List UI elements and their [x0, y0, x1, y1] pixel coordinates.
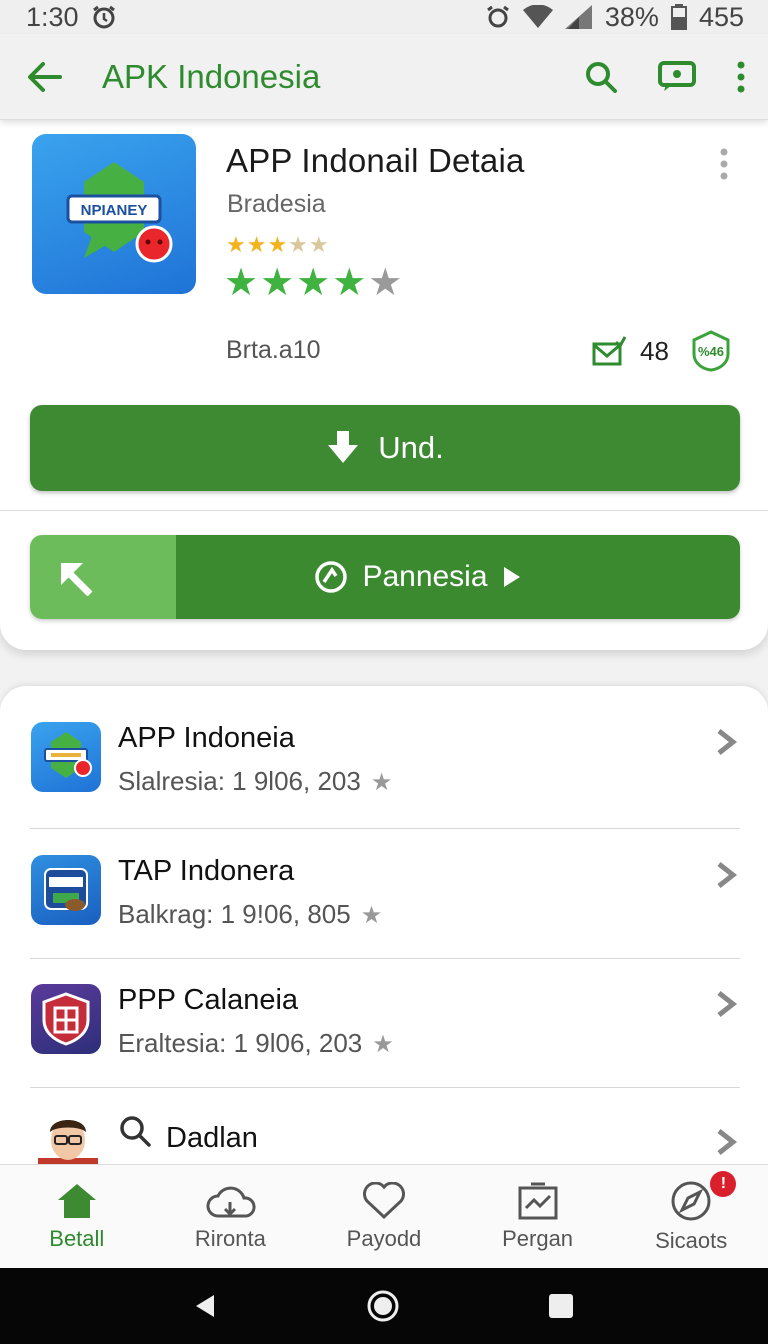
app-developer[interactable]: Bradesia	[227, 190, 326, 219]
divider	[0, 510, 768, 511]
app-meta-text: Brta.a10	[226, 336, 321, 364]
install-button-label: Und.	[378, 430, 444, 465]
heart-icon	[362, 1181, 406, 1220]
list-item-title: Dadlan	[166, 1122, 258, 1154]
signal-icon	[564, 5, 593, 29]
cloud-icon	[204, 1182, 256, 1220]
chevron-right-icon[interactable]	[712, 861, 740, 889]
back-arrow-icon[interactable]	[26, 61, 62, 93]
compass-icon	[670, 1180, 712, 1222]
wifi-icon	[522, 5, 553, 29]
bottom-nav: Betall Rironta Payodd Pergan ! Sicaots	[0, 1164, 768, 1268]
open-button-label: Pannesia	[362, 560, 488, 593]
app-bar: APK Indonesia	[0, 34, 768, 120]
list-item-subtitle: Eraltesia: 1 9l06, 203 ★	[118, 1028, 394, 1058]
home-icon	[56, 1182, 98, 1220]
nav-item-explore[interactable]: ! Sicaots	[614, 1165, 768, 1268]
search-icon[interactable]	[584, 60, 618, 94]
age-rating-text: %46	[698, 344, 724, 359]
list-item-subtitle: Balkrag: 1 9!06, 805 ★	[118, 899, 383, 929]
system-nav-bar	[0, 1268, 768, 1344]
chart-icon	[517, 1182, 559, 1220]
chevron-right-icon[interactable]	[712, 1128, 740, 1156]
arrow-up-left-icon	[56, 558, 94, 596]
nav-item-label: Pergan	[502, 1225, 574, 1251]
chevron-right-icon[interactable]	[712, 990, 740, 1018]
system-recents-icon[interactable]	[548, 1293, 574, 1319]
open-button[interactable]: Pannesia	[30, 535, 740, 619]
list-item-app-icon	[31, 984, 101, 1054]
list-item[interactable]: Dadlan	[0, 1086, 768, 1166]
notification-badge: !	[710, 1171, 737, 1197]
status-bar: 1:30 38% 455	[0, 0, 768, 34]
rating-stars-small: ★★★★★	[226, 232, 330, 257]
play-arrow-icon	[502, 565, 522, 589]
battery-percent: 38%	[604, 1, 659, 32]
nav-item-label: Betall	[49, 1225, 105, 1251]
star-icon: ★	[360, 902, 383, 929]
avatar	[38, 1106, 98, 1166]
mail-check-icon	[592, 336, 626, 366]
status-extra: 455	[698, 1, 744, 32]
list-item-title: TAP Indonera	[118, 855, 295, 887]
cast-icon[interactable]	[658, 60, 696, 93]
list-item[interactable]: PPP Calaneia Eraltesia: 1 9l06, 203 ★	[0, 948, 768, 1078]
alarm-icon	[91, 4, 117, 30]
app-icon-text: NPIANEY	[81, 202, 148, 219]
rating-stars: ★★★★★	[224, 262, 405, 304]
app-detail-card: NPIANEY APP Indonail Detaia Bradesia ★★★…	[0, 120, 768, 650]
nav-item-home[interactable]: Betall	[0, 1165, 154, 1268]
nav-item-cloud[interactable]: Rironta	[154, 1165, 308, 1268]
app-icon: NPIANEY	[32, 134, 196, 294]
nav-item-label: Sicaots	[655, 1227, 728, 1253]
search-person-icon	[118, 1114, 152, 1148]
star-icon: ★	[370, 769, 393, 796]
app-title: APP Indonail Detaia	[226, 142, 525, 179]
download-icon	[326, 429, 360, 467]
list-item-title: PPP Calaneia	[118, 984, 299, 1016]
app-bar-title: APK Indonesia	[102, 57, 321, 95]
nav-item-charts[interactable]: Pergan	[461, 1165, 615, 1268]
nav-item-label: Payodd	[346, 1225, 422, 1251]
battery-icon	[670, 4, 687, 30]
open-button-lead[interactable]	[30, 535, 176, 619]
alarm-status-icon	[485, 4, 511, 30]
list-item-subtitle: Slalresia: 1 9l06, 203 ★	[118, 766, 393, 796]
system-back-icon[interactable]	[194, 1293, 218, 1319]
age-rating-badge: %46	[691, 330, 731, 372]
card-more-icon[interactable]	[712, 144, 736, 184]
list-item[interactable]: APP Indoneia Slalresia: 1 9l06, 203 ★	[0, 686, 768, 816]
open-button-main[interactable]: Pannesia	[176, 535, 740, 619]
install-button[interactable]: Und.	[30, 405, 740, 491]
list-item-app-icon	[31, 722, 101, 792]
app-list: APP Indoneia Slalresia: 1 9l06, 203 ★ TAP…	[0, 686, 768, 1166]
refresh-icon	[314, 560, 348, 594]
nav-item-label: Rironta	[194, 1225, 266, 1251]
list-item-title: APP Indoneia	[118, 722, 295, 754]
list-item-app-icon	[31, 855, 101, 925]
meta-count: 48	[640, 335, 669, 366]
chevron-right-icon[interactable]	[712, 728, 740, 756]
status-time: 1:30	[26, 1, 79, 32]
more-vert-icon[interactable]	[736, 61, 746, 93]
star-icon: ★	[372, 1031, 394, 1058]
nav-item-favorites[interactable]: Payodd	[307, 1165, 461, 1268]
list-item[interactable]: TAP Indonera Balkrag: 1 9!06, 805 ★	[0, 819, 768, 949]
system-home-icon[interactable]	[366, 1289, 400, 1323]
app-meta-stats: 48 %46	[592, 330, 731, 372]
